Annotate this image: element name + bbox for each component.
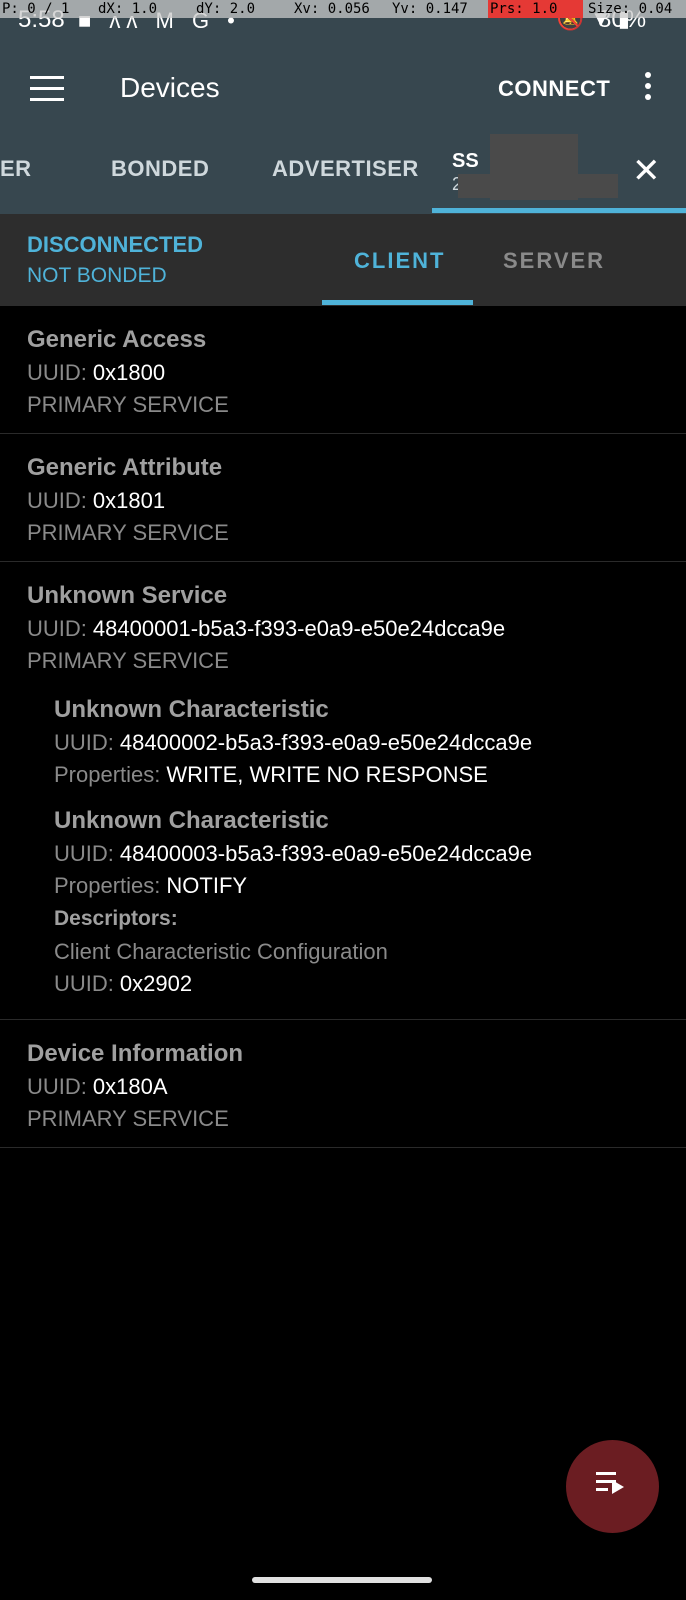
overlay-size: Size: 0.04	[588, 1, 673, 17]
service-item[interactable]: Generic Attribute UUID: 0x1801 PRIMARY SE…	[0, 434, 686, 562]
pointer-location-overlay: P: 0 / 1 dX: 1.0 dY: 2.0 Xv: 0.056 Yv: 0…	[0, 0, 686, 18]
device-tabs: ER BONDED ADVERTISER SS 2 ✕	[0, 130, 686, 214]
connection-header: DISCONNECTED NOT BONDED CLIENT SERVER	[0, 214, 686, 306]
close-icon[interactable]: ✕	[632, 154, 661, 188]
characteristic-uuid: UUID: 48400002-b5a3-f393-e0a9-e50e24dcca9…	[54, 730, 533, 755]
service-type: PRIMARY SERVICE	[27, 1106, 229, 1131]
tab-advertiser[interactable]: ADVERTISER	[272, 156, 419, 182]
more-vert-icon[interactable]	[638, 72, 658, 108]
connection-state: DISCONNECTED	[27, 232, 204, 257]
redacted-block	[458, 174, 618, 198]
service-name: Device Information	[27, 1040, 244, 1067]
characteristic-name[interactable]: Unknown Characteristic	[54, 807, 329, 835]
overlay-dy: dY: 2.0	[196, 1, 256, 17]
service-type: PRIMARY SERVICE	[27, 520, 229, 545]
characteristic-properties: Properties: NOTIFY	[54, 873, 248, 898]
tab-server[interactable]: SERVER	[503, 248, 605, 274]
overlay-pressure: Prs: 1.0	[490, 1, 558, 17]
subtab-indicator	[322, 300, 473, 305]
log-fab-button[interactable]	[566, 1440, 659, 1533]
tab-device-name: SS	[452, 150, 479, 172]
tab-bonded[interactable]: BONDED	[111, 156, 209, 182]
descriptor-uuid: UUID: 0x2902	[54, 971, 193, 996]
characteristic-properties: Properties: WRITE, WRITE NO RESPONSE	[54, 762, 488, 787]
overlay-xv: Xv: 0.056	[294, 1, 370, 17]
overlay-pointer-count: P: 0 / 1	[2, 1, 70, 17]
service-type: PRIMARY SERVICE	[27, 648, 229, 673]
tab-indicator	[432, 208, 686, 213]
page-title: Devices	[120, 72, 220, 103]
service-uuid: UUID: 0x180A	[27, 1074, 168, 1099]
bond-state: NOT BONDED	[27, 264, 167, 287]
characteristic-uuid: UUID: 48400003-b5a3-f393-e0a9-e50e24dcca9…	[54, 841, 533, 866]
service-uuid: UUID: 48400001-b5a3-f393-e0a9-e50e24dcca9…	[27, 616, 506, 641]
home-indicator[interactable]	[252, 1577, 432, 1583]
connect-button[interactable]: CONNECT	[498, 76, 610, 102]
playlist-icon	[596, 1472, 626, 1500]
service-item[interactable]: Generic Access UUID: 0x1800 PRIMARY SERVI…	[0, 306, 686, 434]
characteristic-name[interactable]: Unknown Characteristic	[54, 696, 329, 724]
overlay-dx: dX: 1.0	[98, 1, 158, 17]
tab-scanner[interactable]: ER	[0, 156, 32, 182]
service-uuid: UUID: 0x1801	[27, 488, 166, 513]
service-name: Generic Access	[27, 326, 207, 353]
tab-client[interactable]: CLIENT	[354, 248, 445, 274]
descriptor-name[interactable]: Client Characteristic Configuration	[54, 939, 388, 965]
service-item[interactable]: Unknown Service UUID: 48400001-b5a3-f393-…	[0, 562, 686, 1020]
service-item[interactable]: Device Information UUID: 0x180A PRIMARY S…	[0, 1020, 686, 1148]
service-uuid: UUID: 0x1800	[27, 360, 166, 385]
service-name: Generic Attribute	[27, 454, 223, 481]
service-type: PRIMARY SERVICE	[27, 392, 229, 417]
descriptors-heading: Descriptors:	[54, 907, 178, 930]
service-name: Unknown Service	[27, 582, 228, 609]
overlay-yv: Yv: 0.147	[392, 1, 468, 17]
menu-icon[interactable]	[30, 76, 64, 102]
